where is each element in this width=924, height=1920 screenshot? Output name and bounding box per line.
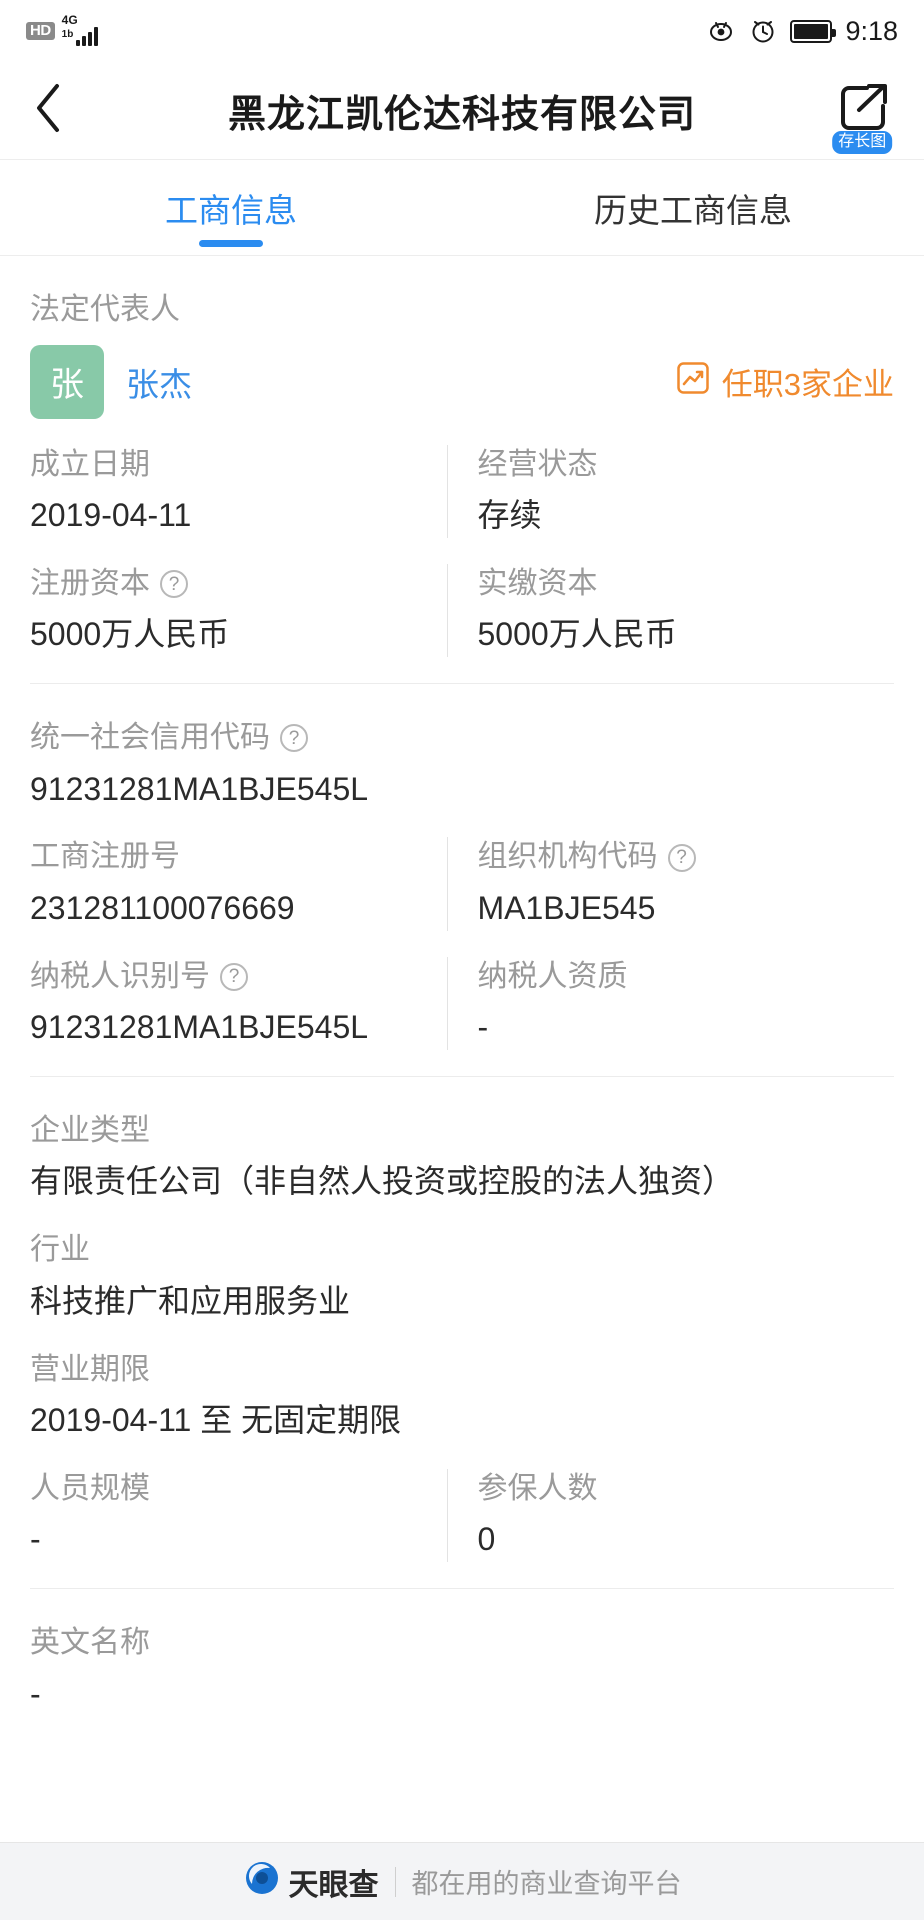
chart-box-icon xyxy=(676,361,710,403)
legal-rep-row: 张 张杰 任职3家企业 xyxy=(30,344,894,419)
row-capital: 注册资本 ? 5000万人民币 实缴资本 5000万人民币 xyxy=(30,563,895,658)
company-type-value: 有限责任公司（非自然人投资或控股的法人独资） xyxy=(30,1163,735,1200)
tab-history-business-info-label: 历史工商信息 xyxy=(594,191,792,229)
paid-capital-label: 实缴资本 xyxy=(477,566,598,600)
org-code-value: MA1BJE545 xyxy=(477,889,656,926)
taxpayer-type-value: - xyxy=(477,1009,489,1046)
help-icon[interactable]: ? xyxy=(160,570,188,599)
staff-size-value: - xyxy=(30,1521,41,1558)
taxpayer-type-label: 纳税人资质 xyxy=(477,959,628,993)
field-found-date: 成立日期 2019-04-11 xyxy=(30,445,447,538)
signal-icon: 4G 1b xyxy=(62,14,104,48)
nav-bar: 黑龙江凯伦达科技有限公司 存长图 xyxy=(0,62,924,160)
industry-label: 行业 xyxy=(30,1233,90,1267)
brand-logo: 天眼查 xyxy=(243,1859,379,1905)
alarm-icon xyxy=(749,17,777,45)
chevron-left-icon xyxy=(31,80,65,141)
content-area: 法定代表人 张 张杰 任职3家企业 成立日期 2019-04-11 经营状态 存… xyxy=(0,256,924,1716)
field-reg-number: 工商注册号 231281100076669 xyxy=(30,837,447,930)
footer-divider xyxy=(394,1866,396,1897)
network-type-label: 4G xyxy=(61,13,78,27)
reg-capital-label: 注册资本 ? xyxy=(30,564,447,605)
field-credit-code: 统一社会信用代码 ? 91231281MA1BJE545L xyxy=(30,684,894,811)
insured-count-label: 参保人数 xyxy=(477,1471,598,1505)
paid-capital-value: 5000万人民币 xyxy=(477,616,677,653)
field-industry: 行业 科技推广和应用服务业 xyxy=(30,1230,894,1323)
brand-name: 天眼查 xyxy=(288,1868,379,1902)
help-icon[interactable]: ? xyxy=(667,843,696,872)
status-bar-left: HD 4G 1b xyxy=(26,14,104,48)
page-title: 黑龙江凯伦达科技有限公司 xyxy=(227,94,696,136)
tab-history-business-info[interactable]: 历史工商信息 xyxy=(462,160,924,255)
field-taxpayer-id: 纳税人识别号 ? 91231281MA1BJE545L xyxy=(30,957,447,1050)
reg-number-value: 231281100076669 xyxy=(30,889,295,926)
company-type-label: 企业类型 xyxy=(30,1113,150,1147)
field-english-name: 英文名称 - xyxy=(30,1589,894,1716)
taxpayer-id-label: 纳税人识别号 ? xyxy=(30,957,447,998)
status-value: 存续 xyxy=(477,497,542,533)
taxpayer-id-value: 91231281MA1BJE545L xyxy=(30,1009,369,1046)
eye-icon xyxy=(706,19,736,43)
help-icon[interactable]: ? xyxy=(220,962,248,991)
clock-label: 9:18 xyxy=(845,15,898,46)
help-icon[interactable]: ? xyxy=(280,724,308,753)
status-label: 经营状态 xyxy=(477,447,598,481)
credit-code-label: 统一社会信用代码 ? xyxy=(30,718,894,759)
legal-rep-name[interactable]: 张杰 xyxy=(126,358,192,406)
insured-count-value: 0 xyxy=(477,1521,496,1558)
field-staff-size: 人员规模 - xyxy=(30,1469,447,1562)
tab-bar: 工商信息 历史工商信息 xyxy=(0,160,924,256)
english-name-value: - xyxy=(30,1675,41,1712)
field-org-code: 组织机构代码 ? MA1BJE545 xyxy=(446,837,895,931)
status-bar: HD 4G 1b 9:18 xyxy=(0,0,924,62)
avatar: 张 xyxy=(30,344,104,419)
reg-capital-label-text: 注册资本 xyxy=(30,566,150,600)
row-taxpayer: 纳税人识别号 ? 91231281MA1BJE545L 纳税人资质 - xyxy=(30,956,895,1050)
legal-rep-person[interactable]: 张 张杰 xyxy=(30,344,192,419)
tab-business-info-label: 工商信息 xyxy=(165,191,297,229)
battery-icon xyxy=(790,19,837,43)
row-staff-insured: 人员规模 - 参保人数 0 xyxy=(30,1468,895,1563)
back-button[interactable] xyxy=(0,62,96,159)
business-term-label: 营业期限 xyxy=(30,1352,150,1386)
staff-size-label: 人员规模 xyxy=(30,1471,150,1505)
field-taxpayer-type: 纳税人资质 - xyxy=(446,956,895,1050)
field-paid-capital: 实缴资本 5000万人民币 xyxy=(446,563,895,658)
share-button[interactable]: 存长图 xyxy=(822,72,900,154)
tab-business-info[interactable]: 工商信息 xyxy=(0,160,462,255)
footer-bar: 天眼查 都在用的商业查询平台 xyxy=(0,1842,924,1920)
legal-rep-label: 法定代表人 xyxy=(30,293,180,326)
field-reg-capital: 注册资本 ? 5000万人民币 xyxy=(30,564,447,657)
signal-bars-icon xyxy=(75,26,98,46)
taxpayer-id-label-text: 纳税人识别号 xyxy=(30,959,210,993)
legal-rep-section: 法定代表人 张 张杰 任职3家企业 xyxy=(30,256,894,419)
footer-slogan: 都在用的商业查询平台 xyxy=(411,1869,682,1899)
reg-number-label: 工商注册号 xyxy=(30,840,180,874)
row-found-date-status: 成立日期 2019-04-11 经营状态 存续 xyxy=(30,444,895,538)
org-code-label-text: 组织机构代码 xyxy=(477,840,658,874)
english-name-label: 英文名称 xyxy=(30,1626,150,1660)
business-term-value: 2019-04-11 至 无固定期限 xyxy=(30,1402,402,1439)
related-companies-label: 任职3家企业 xyxy=(721,367,894,402)
credit-code-value: 91231281MA1BJE545L xyxy=(30,770,369,807)
network-sub-label: 1b xyxy=(61,29,74,40)
org-code-label: 组织机构代码 ? xyxy=(478,837,895,878)
reg-capital-value: 5000万人民币 xyxy=(30,616,230,653)
tianyancha-logo-icon xyxy=(243,1859,281,1905)
credit-code-label-text: 统一社会信用代码 xyxy=(30,721,270,755)
found-date-label: 成立日期 xyxy=(30,447,150,481)
field-insured-count: 参保人数 0 xyxy=(446,1468,895,1563)
field-business-term: 营业期限 2019-04-11 至 无固定期限 xyxy=(30,1350,894,1443)
related-companies-link[interactable]: 任职3家企业 xyxy=(676,359,894,404)
status-bar-right: 9:18 xyxy=(706,16,898,47)
field-status: 经营状态 存续 xyxy=(446,444,895,538)
row-reg-org: 工商注册号 231281100076669 组织机构代码 ? MA1BJE545 xyxy=(30,837,895,931)
share-badge-label: 存长图 xyxy=(832,130,893,154)
hd-icon: HD xyxy=(26,21,55,41)
industry-value: 科技推广和应用服务业 xyxy=(30,1282,351,1319)
field-company-type: 企业类型 有限责任公司（非自然人投资或控股的法人独资） xyxy=(30,1077,894,1204)
found-date-value: 2019-04-11 xyxy=(30,497,192,533)
